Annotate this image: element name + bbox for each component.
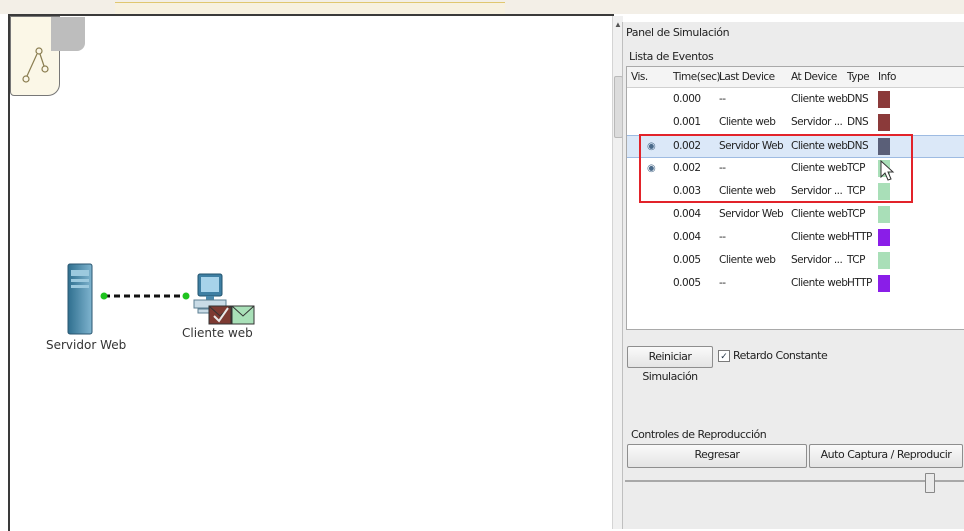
event-at-device: Cliente web [791,93,848,105]
column-header[interactable]: Type [847,71,870,83]
event-row[interactable]: 0.005 -- Cliente web HTTP [627,273,964,294]
column-header[interactable]: At Device [791,71,837,83]
reset-simulation-button[interactable]: Reiniciar Simulación [627,346,713,383]
pdu-info-swatch[interactable] [878,275,890,292]
event-list-header: Vis. Time(sec) Last Device At Device Typ… [627,67,964,88]
event-type: TCP [847,254,865,266]
event-row[interactable]: 0.005 Cliente web Servidor ... TCP [627,250,964,271]
event-type: DNS [847,93,869,105]
event-type: TCP [847,208,865,220]
scroll-up-icon[interactable]: ▲ [614,20,622,29]
mouse-cursor-icon [880,160,895,181]
event-at-device: Cliente web [791,277,848,289]
top-strip [0,0,964,15]
event-last-device: Cliente web [719,254,776,266]
play-speed-slider-thumb[interactable] [925,473,935,493]
client-label: Cliente web [182,326,253,340]
server-icon[interactable] [60,262,100,338]
pdu-info-swatch[interactable] [878,206,890,223]
pdu-info-swatch[interactable] [878,229,890,246]
tab-shadow [51,17,85,51]
pdu-info-swatch[interactable] [878,91,890,108]
event-last-device: -- [719,93,726,105]
event-last-device: -- [719,231,726,243]
column-header[interactable]: Info [878,71,896,83]
playback-controls-title: Controles de Reproducción [631,428,767,441]
event-at-device: Servidor ... [791,254,843,266]
pdu-info-swatch[interactable] [878,114,890,131]
network-link[interactable] [100,288,200,304]
back-button[interactable]: Regresar [627,444,807,468]
simulation-panel: Panel de Simulación Lista de Eventos Vis… [622,22,964,529]
constant-delay-checkbox[interactable]: ✓ [718,350,730,362]
event-row[interactable]: 0.004 Servidor Web Cliente web TCP [627,204,964,225]
event-time: 0.004 [673,231,701,243]
event-row[interactable]: 0.004 -- Cliente web HTTP [627,227,964,248]
highlight-box [639,134,913,203]
network-map-icon [22,47,49,83]
column-header[interactable]: Vis. [631,71,648,83]
event-time: 0.000 [673,93,701,105]
auto-capture-play-button[interactable]: Auto Captura / Reproducir [809,444,963,468]
column-header[interactable]: Time(sec) [673,71,721,83]
event-type: HTTP [847,277,872,289]
panel-title: Panel de Simulación [626,26,730,39]
event-time: 0.005 [673,277,701,289]
pdu-info-swatch[interactable] [878,252,890,269]
event-at-device: Cliente web [791,208,848,220]
event-last-device: Servidor Web [719,208,784,220]
event-last-device: Cliente web [719,116,776,128]
event-time: 0.004 [673,208,701,220]
constant-delay-label: Retardo Constante [733,349,828,362]
event-type: DNS [847,116,869,128]
event-row[interactable]: 0.001 Cliente web Servidor ... DNS [627,112,964,133]
event-row[interactable]: 0.000 -- Cliente web DNS [627,89,964,110]
event-list-title: Lista de Eventos [629,50,714,63]
column-header[interactable]: Last Device [719,71,775,83]
pdu-envelopes[interactable] [208,302,256,326]
event-at-device: Cliente web [791,231,848,243]
server-label: Servidor Web [46,338,127,352]
event-last-device: -- [719,277,726,289]
event-at-device: Servidor ... [791,116,843,128]
event-time: 0.005 [673,254,701,266]
event-type: HTTP [847,231,872,243]
event-time: 0.001 [673,116,701,128]
play-speed-slider-track [625,480,964,482]
logical-view-tab[interactable] [10,16,85,96]
